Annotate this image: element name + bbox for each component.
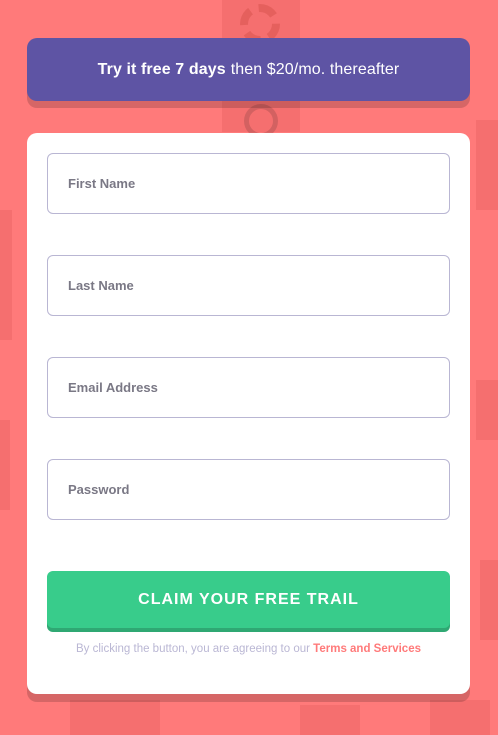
last-name-input[interactable] — [47, 255, 450, 316]
banner-highlight: Try it free 7 days — [97, 60, 226, 78]
email-input[interactable] — [47, 357, 450, 418]
terms-link[interactable]: Terms and Services — [313, 643, 421, 655]
signup-form: CLAIM YOUR FREE TRAIL By clicking the bu… — [27, 133, 470, 694]
terms-prefix: By clicking the button, you are agreeing… — [75, 643, 310, 655]
claim-trial-button[interactable]: CLAIM YOUR FREE TRAIL — [47, 571, 450, 628]
terms-notice: By clicking the button, you are agreeing… — [67, 640, 430, 658]
banner-text: then $20/mo. thereafter — [230, 60, 400, 78]
password-input[interactable] — [47, 459, 450, 520]
pricing-banner: Try it free 7 days then $20/mo. thereaft… — [27, 38, 470, 101]
first-name-input[interactable] — [47, 153, 450, 214]
